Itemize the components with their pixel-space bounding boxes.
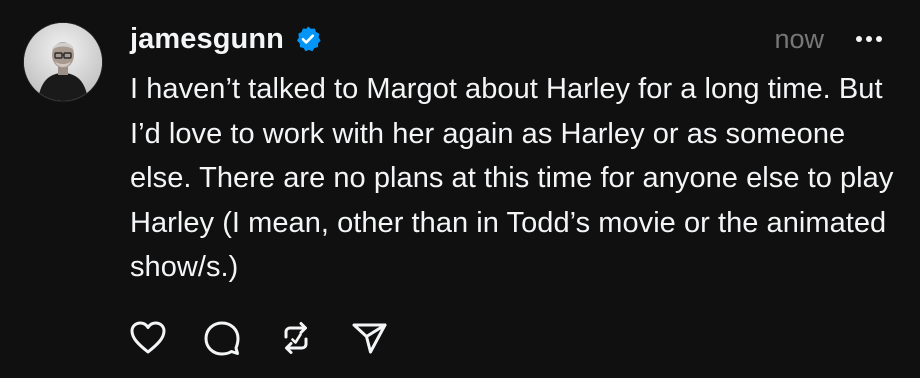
more-horizontal-icon[interactable] — [852, 25, 886, 53]
post-actions — [128, 318, 390, 358]
author-avatar[interactable] — [24, 23, 102, 101]
post-timestamp: now — [774, 24, 824, 54]
comment-icon — [204, 321, 240, 356]
author-username[interactable]: jamesgunn — [130, 19, 284, 59]
post-text: I haven’t talked to Margot about Harley … — [130, 73, 894, 283]
repost-button[interactable] — [276, 318, 316, 358]
repost-icon — [284, 322, 308, 354]
thread-post: jamesgunn now I haven’t talked to Margot… — [0, 0, 920, 378]
post-header: jamesgunn — [130, 19, 322, 59]
avatar-photo — [24, 23, 102, 101]
reply-button[interactable] — [202, 318, 242, 358]
share-button[interactable] — [350, 318, 390, 358]
heart-icon — [130, 321, 166, 354]
send-icon — [352, 323, 387, 354]
like-button[interactable] — [128, 318, 168, 358]
verified-badge-icon — [294, 25, 322, 53]
